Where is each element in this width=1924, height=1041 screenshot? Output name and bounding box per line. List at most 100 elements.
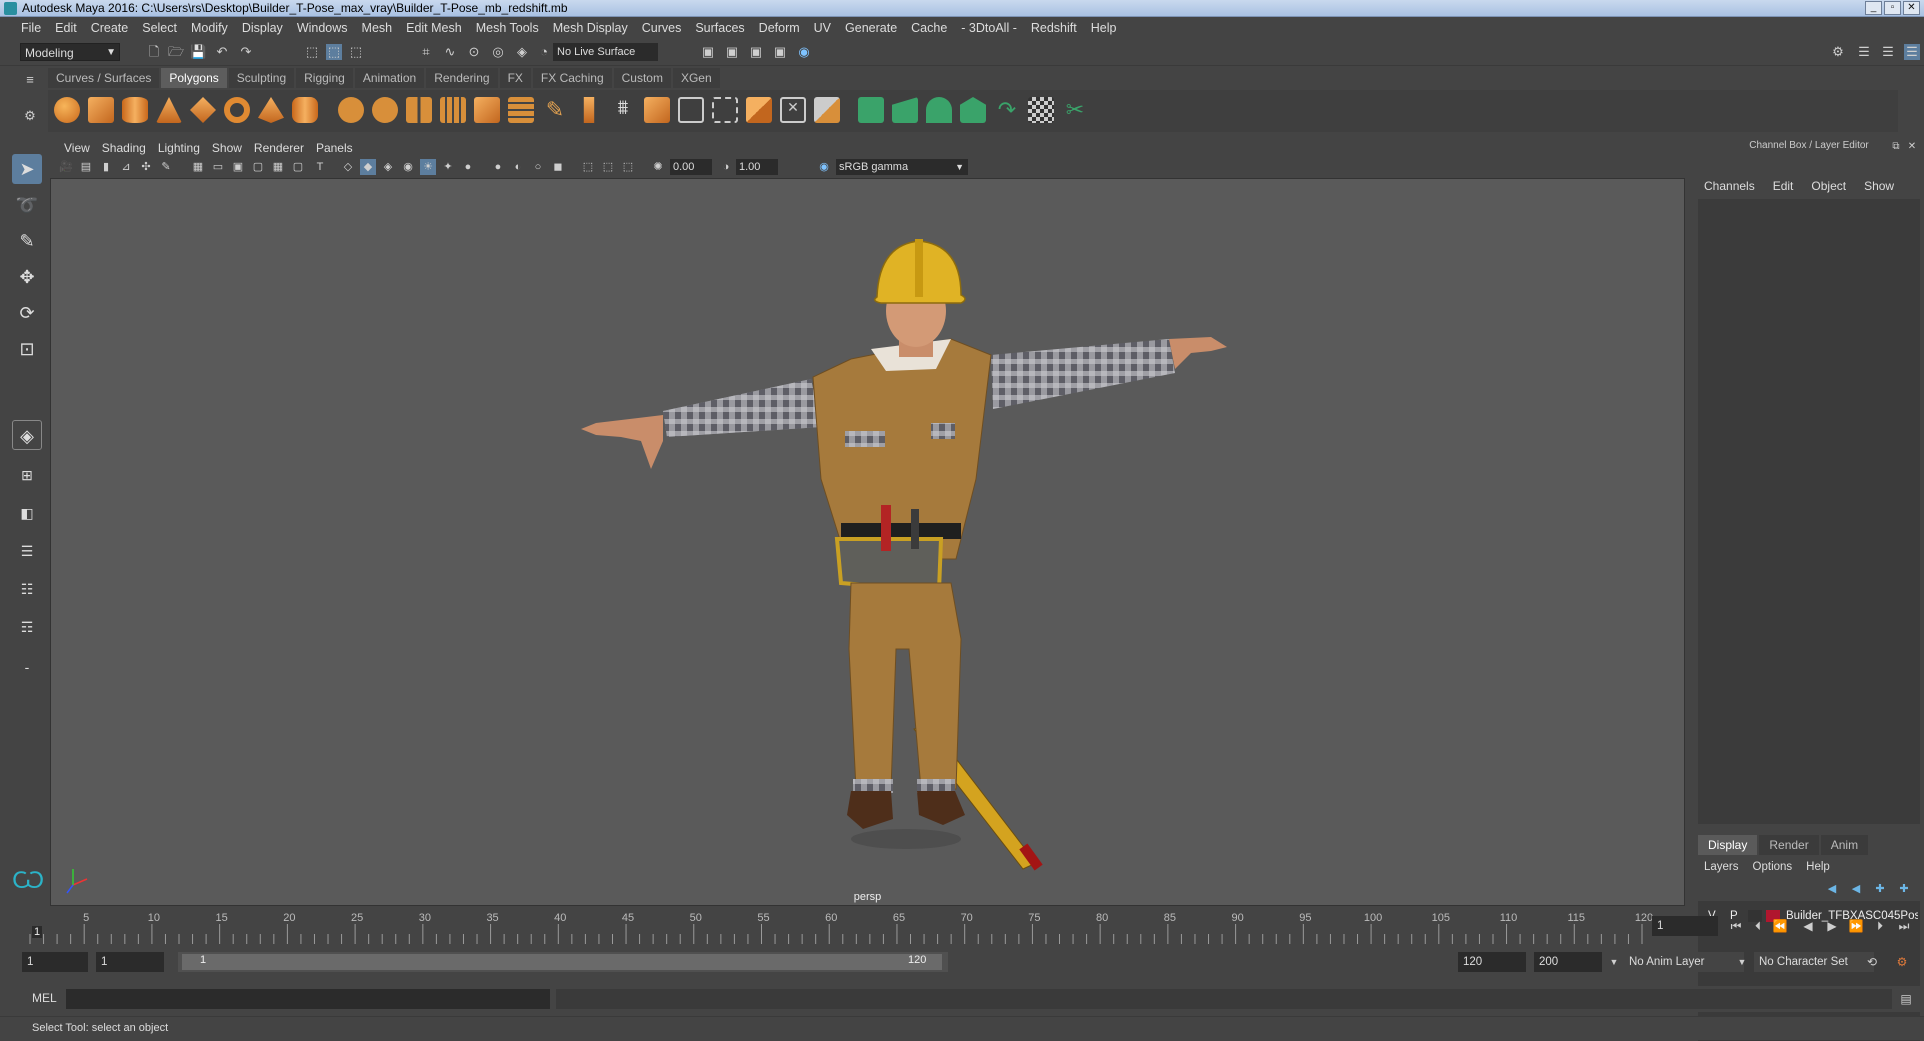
wireframe-on-shaded-icon[interactable]: ◈ <box>380 159 396 175</box>
safe-action-icon[interactable]: ▢ <box>290 159 306 175</box>
scene-end-field[interactable]: 200 <box>1534 952 1602 972</box>
mode-select[interactable]: Modeling ▼ <box>20 43 120 61</box>
viewport-menu-show[interactable]: Show <box>206 139 248 157</box>
character-set-select[interactable]: No Character Set <box>1754 952 1874 972</box>
use-all-lights-icon[interactable]: ☀ <box>420 159 436 175</box>
menu-mesh-display[interactable]: Mesh Display <box>546 21 635 35</box>
color-space-select[interactable]: sRGB gamma ▼ <box>836 159 968 175</box>
move-layer-down-icon[interactable]: ◀ <box>1848 881 1864 897</box>
render-settings-icon[interactable]: ▣ <box>772 44 788 60</box>
viewport-menu-panels[interactable]: Panels <box>310 139 359 157</box>
make-live-icon[interactable]: ◔ <box>536 44 552 60</box>
step-forward-frame-icon[interactable]: ⏵ <box>1872 918 1888 934</box>
select-component-icon[interactable]: ⬚ <box>348 44 364 60</box>
snap-view-icon[interactable]: ◈ <box>514 44 530 60</box>
uv-editor-icon[interactable] <box>858 97 884 123</box>
outliner-layout-icon[interactable]: ☰ <box>12 536 42 566</box>
workspace-icon[interactable]: ⚙ <box>1830 44 1846 60</box>
grid-icon[interactable]: ▦ <box>190 159 206 175</box>
extrude-icon[interactable] <box>583 97 595 123</box>
shelf-settings-icon[interactable]: ⚙ <box>22 108 38 124</box>
command-input[interactable] <box>66 989 550 1009</box>
resolution-gate-icon[interactable]: ▣ <box>230 159 246 175</box>
viewport-menu-view[interactable]: View <box>58 139 96 157</box>
undo-icon[interactable]: ↶ <box>214 44 230 60</box>
cb-menu-show[interactable]: Show <box>1864 179 1894 193</box>
four-view-layout-icon[interactable]: ⊞ <box>12 460 42 490</box>
offset-edge-loop-icon[interactable] <box>712 97 738 123</box>
menu-windows[interactable]: Windows <box>290 21 355 35</box>
color-management-icon[interactable]: ◉ <box>816 159 832 175</box>
target-weld-icon[interactable] <box>746 97 772 123</box>
screen-space-ao-icon[interactable]: ● <box>460 159 476 175</box>
camera-select-icon[interactable]: 🎥 <box>58 159 74 175</box>
new-scene-icon[interactable]: 🗋 <box>146 44 162 60</box>
current-time-marker[interactable]: 1 <box>32 926 43 938</box>
cb-menu-edit[interactable]: Edit <box>1773 179 1794 193</box>
perspective-viewport[interactable]: persp <box>50 178 1685 906</box>
cylindrical-map-icon[interactable] <box>926 97 952 123</box>
command-language-label[interactable]: MEL <box>32 991 57 1005</box>
snap-point-icon[interactable]: ⊙ <box>466 44 482 60</box>
snap-surface-icon[interactable]: ◎ <box>490 44 506 60</box>
menu-modify[interactable]: Modify <box>184 21 235 35</box>
restore-button[interactable]: ▫ <box>1884 1 1901 15</box>
camera-attributes-icon[interactable]: ▤ <box>78 159 94 175</box>
tool-settings-icon[interactable]: ☰ <box>1880 44 1896 60</box>
smooth-icon[interactable] <box>440 97 466 123</box>
menu-surfaces[interactable]: Surfaces <box>688 21 751 35</box>
step-back-key-icon[interactable]: ⏪ <box>1772 918 1788 934</box>
combine-icon[interactable] <box>338 97 364 123</box>
gamma-field[interactable]: 1.00 <box>736 159 778 175</box>
script-editor-icon[interactable]: ▤ <box>1898 991 1914 1007</box>
minimize-button[interactable]: _ <box>1865 1 1882 15</box>
append-polygon-icon[interactable] <box>644 97 670 123</box>
shelf-tab-xgen[interactable]: XGen <box>672 68 720 88</box>
tab-render[interactable]: Render <box>1759 835 1819 855</box>
playback-end-field[interactable]: 120 <box>1458 952 1526 972</box>
auto-key-icon[interactable]: ⟲ <box>1864 954 1880 970</box>
hypershade-icon[interactable]: ◉ <box>796 44 812 60</box>
separate-icon[interactable] <box>372 97 398 123</box>
live-surface-field[interactable]: No Live Surface <box>553 43 658 61</box>
anim-layer-select[interactable]: No Anim Layer <box>1624 952 1744 972</box>
viewport-menu-renderer[interactable]: Renderer <box>248 139 310 157</box>
image-plane-icon[interactable]: ⊿ <box>118 159 134 175</box>
shelf-tab-animation[interactable]: Animation <box>354 68 425 88</box>
menu-curves[interactable]: Curves <box>635 21 689 35</box>
mirror-icon[interactable] <box>474 97 500 123</box>
poly-prism-icon[interactable] <box>258 97 284 123</box>
menu-select[interactable]: Select <box>135 21 184 35</box>
chevron-down-icon[interactable]: ▼ <box>1734 954 1750 970</box>
menu-file[interactable]: File <box>14 21 48 35</box>
poly-pipe-icon[interactable] <box>292 97 318 123</box>
poly-cone-icon[interactable] <box>156 97 182 123</box>
move-layer-up-icon[interactable]: ◀ <box>1824 881 1840 897</box>
poly-cylinder-icon[interactable] <box>122 97 148 123</box>
menu-edit[interactable]: Edit <box>48 21 84 35</box>
cut-uv-icon[interactable]: ✂ <box>1062 97 1088 123</box>
gate-mask-icon[interactable]: ▢ <box>250 159 266 175</box>
menu-help[interactable]: Help <box>1084 21 1124 35</box>
isolate-select-icon[interactable]: ◼ <box>550 159 566 175</box>
bookmark-icon[interactable]: ▮ <box>98 159 114 175</box>
film-gate-icon[interactable]: ▭ <box>210 159 226 175</box>
step-back-frame-icon[interactable]: ⏴ <box>1750 918 1766 934</box>
menu-display[interactable]: Display <box>235 21 290 35</box>
new-layer-selected-icon[interactable]: ✚ <box>1872 881 1888 897</box>
multi-cut-icon[interactable]: ✎ <box>542 97 568 123</box>
multisample-aa-icon[interactable]: ◐ <box>510 159 526 175</box>
menu-edit-mesh[interactable]: Edit Mesh <box>399 21 469 35</box>
safe-title-icon[interactable]: T <box>312 159 328 175</box>
menu-mesh[interactable]: Mesh <box>355 21 400 35</box>
step-forward-key-icon[interactable]: ⏩ <box>1848 918 1864 934</box>
2d-pan-zoom-icon[interactable]: ✣ <box>138 159 154 175</box>
rotate-tool-icon[interactable]: ⟳ <box>12 298 42 328</box>
close-panel-icon[interactable]: ✕ <box>1904 139 1920 155</box>
snap-grid-icon[interactable]: ⌗ <box>418 44 434 60</box>
menu-mesh-tools[interactable]: Mesh Tools <box>469 21 546 35</box>
select-object-icon[interactable]: ⬚ <box>326 44 342 60</box>
go-to-start-icon[interactable]: ⏮ <box>1728 918 1744 934</box>
depth-of-field-icon[interactable]: ○ <box>530 159 546 175</box>
menu-create[interactable]: Create <box>84 21 136 35</box>
